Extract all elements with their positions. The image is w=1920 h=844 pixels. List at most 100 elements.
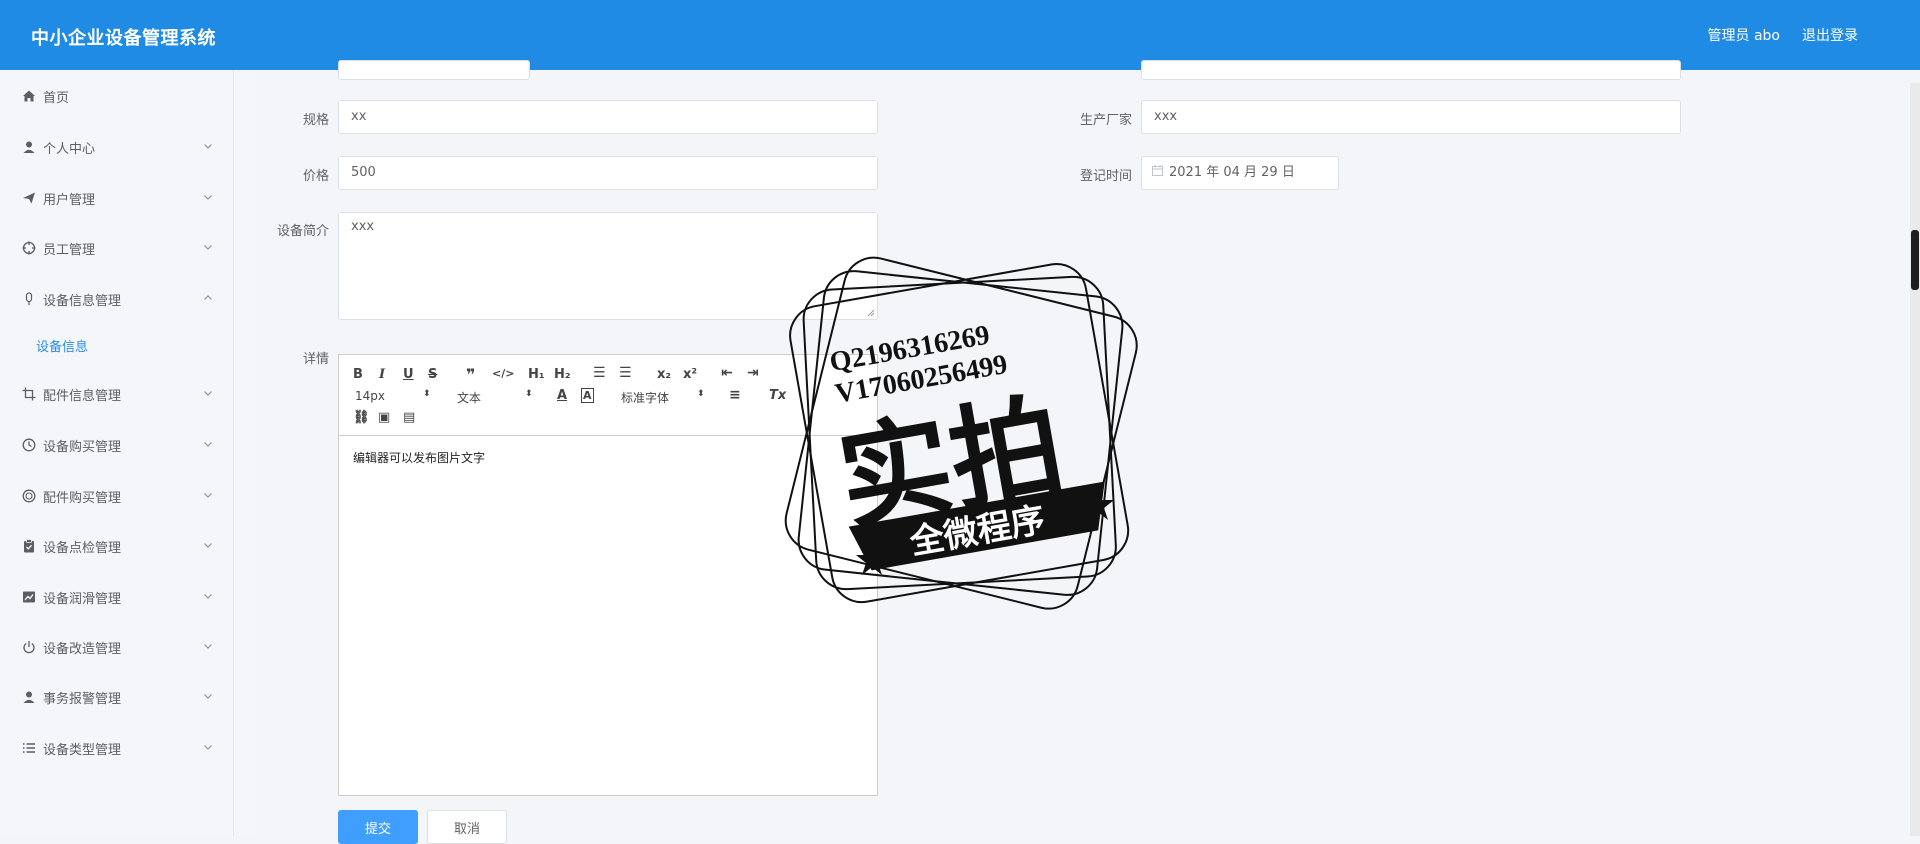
sidebar-item-label: 个人中心	[43, 141, 96, 157]
sidebar-item-parts-purchase-management[interactable]: 配件购买管理	[0, 478, 233, 514]
sidebar-item-label: 配件信息管理	[43, 388, 122, 404]
sidebar-item-staff-management[interactable]: 员工管理	[0, 230, 233, 266]
sidebar-item-parts-info-management[interactable]: 配件信息管理	[0, 376, 233, 412]
admin-user-label[interactable]: 管理员 abo	[1708, 25, 1780, 45]
price-label: 价格	[302, 169, 329, 184]
select-arrows-icon: ⬍	[525, 389, 533, 399]
font-size-select[interactable]: 14px	[355, 389, 385, 403]
sidebar-item-device-info-management[interactable]: 设备信息管理	[0, 281, 233, 317]
sidebar-item-device-retrofit-management[interactable]: 设备改造管理	[0, 629, 233, 665]
register-date-picker[interactable]: 2021 年 04 月 29 日	[1141, 156, 1339, 190]
sidebar-item-label: 设备改造管理	[43, 641, 122, 657]
chevron-down-icon	[204, 144, 212, 149]
sidebar-item-device-purchase-management[interactable]: 设备购买管理	[0, 427, 233, 463]
chart-icon	[21, 589, 37, 605]
chevron-down-icon	[204, 391, 212, 396]
chevron-down-icon	[204, 644, 212, 649]
manufacturer-label: 生产厂家	[1079, 113, 1132, 128]
chevron-down-icon	[204, 594, 212, 599]
chevron-down-icon	[204, 694, 212, 699]
blockquote-button[interactable]: ❞	[466, 365, 475, 384]
spec-input[interactable]: xx	[338, 100, 878, 134]
font-family-select[interactable]: 标准字体	[621, 389, 669, 406]
italic-button[interactable]: I	[379, 367, 385, 382]
sidebar-item-device-inspection-management[interactable]: 设备点检管理	[0, 528, 233, 564]
image-icon[interactable]: ▣	[378, 410, 390, 425]
ordered-list-icon[interactable]: ☰	[593, 365, 606, 381]
subscript-button[interactable]: x₂	[657, 367, 671, 382]
list-icon	[21, 740, 37, 756]
aim-icon	[21, 240, 37, 256]
watermark-stamp: Q2196316269 V17060256499 实拍 全微程序	[784, 256, 1138, 610]
sidebar-item-label: 用户管理	[43, 192, 96, 208]
submit-button[interactable]: 提交	[338, 810, 418, 844]
power-icon	[21, 639, 37, 655]
manufacturer-input[interactable]: xxx	[1141, 100, 1681, 134]
clipboard-icon	[21, 538, 37, 554]
sidebar-item-device-type-management[interactable]: 设备类型管理	[0, 730, 233, 766]
person-icon	[21, 689, 37, 705]
coin-icon	[21, 488, 37, 504]
sidebar-item-label: 设备购买管理	[43, 439, 122, 455]
header1-button[interactable]: H₁	[528, 367, 545, 382]
chevron-down-icon	[204, 543, 212, 548]
editor-content[interactable]: 编辑器可以发布图片文字	[353, 449, 485, 466]
register-date-value: 2021 年 04 月 29 日	[1169, 165, 1295, 180]
sidebar: 首页 个人中心 用户管理 员工管理 设备信息管理 设备信息 配件信息管理 设备购…	[0, 70, 234, 836]
underline-button[interactable]: U	[403, 367, 414, 382]
intro-label: 设备简介	[276, 224, 329, 239]
chevron-down-icon	[204, 745, 212, 750]
sidebar-item-alarm-management[interactable]: 事务报警管理	[0, 679, 233, 715]
align-icon[interactable]: ≡	[729, 387, 741, 403]
home-icon	[21, 88, 37, 104]
sidebar-item-label: 员工管理	[43, 242, 96, 258]
prev-field-left[interactable]	[338, 60, 530, 80]
sidebar-item-label: 设备润滑管理	[43, 591, 122, 607]
sidebar-subitem-device-info[interactable]: 设备信息	[36, 336, 88, 355]
calendar-icon	[1152, 157, 1163, 189]
detail-label: 详情	[302, 352, 329, 367]
chevron-down-icon	[204, 493, 212, 498]
app-title: 中小企业设备管理系统	[31, 28, 216, 49]
outdent-icon[interactable]: ⇤	[721, 365, 733, 381]
chevron-down-icon	[204, 195, 212, 200]
mic-icon	[21, 291, 37, 307]
sidebar-item-label: 事务报警管理	[43, 691, 122, 707]
price-input[interactable]: 500	[338, 156, 878, 190]
intro-value: xxx	[351, 219, 375, 234]
sidebar-item-personal-center[interactable]: 个人中心	[0, 129, 233, 165]
sidebar-item-home[interactable]: 首页	[0, 78, 233, 114]
page-scrollbar[interactable]	[1910, 83, 1920, 836]
link-icon[interactable]: ⛓	[353, 410, 370, 425]
scrollbar-thumb[interactable]	[1911, 230, 1919, 290]
user-icon	[21, 139, 37, 155]
sidebar-item-user-management[interactable]: 用户管理	[0, 180, 233, 216]
crop-icon	[21, 386, 37, 402]
sidebar-item-device-lubrication-management[interactable]: 设备润滑管理	[0, 579, 233, 615]
strike-button[interactable]: S	[428, 367, 437, 382]
header2-button[interactable]: H₂	[554, 367, 571, 382]
select-arrows-icon: ⬍	[697, 389, 705, 399]
logout-link[interactable]: 退出登录	[1802, 25, 1858, 45]
send-icon	[21, 190, 37, 206]
sidebar-item-label: 配件购买管理	[43, 490, 122, 506]
font-color-icon[interactable]: A	[557, 388, 567, 403]
code-block-button[interactable]: </>	[492, 367, 514, 380]
indent-icon[interactable]: ⇥	[747, 365, 759, 381]
cancel-button[interactable]: 取消	[427, 810, 507, 844]
select-arrows-icon: ⬍	[423, 389, 431, 399]
background-color-icon[interactable]: A	[581, 388, 594, 403]
bullet-list-icon[interactable]: ☰	[619, 365, 632, 381]
sidebar-item-label: 设备类型管理	[43, 742, 122, 758]
register-time-label: 登记时间	[1079, 169, 1132, 184]
block-type-select[interactable]: 文本	[457, 389, 481, 406]
sidebar-item-label: 设备信息管理	[43, 293, 122, 309]
prev-field-right[interactable]	[1141, 60, 1681, 80]
chevron-up-icon	[204, 295, 212, 300]
sidebar-item-label: 首页	[43, 90, 70, 106]
chevron-down-icon	[204, 442, 212, 447]
bold-button[interactable]: B	[353, 367, 363, 382]
video-icon[interactable]: ▤	[403, 410, 415, 425]
chevron-down-icon	[204, 245, 212, 250]
superscript-button[interactable]: x²	[683, 367, 697, 382]
